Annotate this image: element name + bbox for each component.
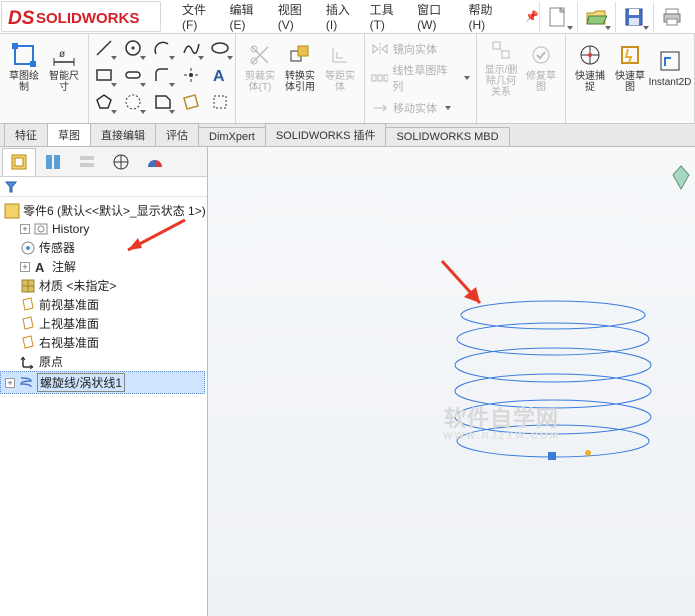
fm-tab-bar [0,147,207,177]
expand-icon[interactable]: + [20,224,30,234]
app-logo[interactable]: DS SOLIDWORKS [1,1,161,32]
menu-window[interactable]: 窗口(W) [417,1,458,32]
point-tool[interactable] [177,62,205,88]
tab-evaluate[interactable]: 评估 [155,123,199,146]
filter-icon [4,180,18,194]
expand-icon[interactable]: + [20,262,30,272]
menu-file[interactable]: 文件(F) [182,1,220,32]
quick-snap-button[interactable]: 快速捕 捉 [570,36,610,98]
linear-pattern-button[interactable]: 线性草图阵列 [371,62,470,94]
move-entities-button[interactable]: 移动实体 [371,100,470,116]
ribbon: 草图绘 制 ø 智能尺 寸 A [0,34,695,124]
quick-toolbar [539,0,695,33]
tab-dimxpert[interactable]: DimXpert [198,127,266,146]
tree-material[interactable]: 材质 <未指定> [2,276,205,295]
view-triad-icon [671,161,693,191]
fm-tab-config[interactable] [70,148,104,176]
main-area: 零件6 (默认<<默认>_显示状态 1>) + History 传感器 + A … [0,147,695,616]
tree-right-plane[interactable]: 右视基准面 [2,333,205,352]
rapid-sketch-button[interactable]: 快速草 图 [610,36,650,98]
smart-dimension-button[interactable]: ø 智能尺 寸 [44,36,84,98]
rectangle-tool[interactable] [90,62,118,88]
construction-tool[interactable] [206,89,234,115]
line-tool[interactable] [90,35,118,61]
fm-tab-tree[interactable] [2,148,36,176]
svg-text:A: A [213,68,225,85]
repair-sketch-button[interactable]: 修复草 图 [521,36,561,98]
mirror-button[interactable]: 镜向实体 [371,41,470,57]
watermark: 软件自学网 WWW.RJZXW.COM [443,407,560,442]
sketch-button[interactable]: 草图绘 制 [4,36,44,98]
sketch-tools-group: A [89,34,236,123]
tree-top-plane[interactable]: 上视基准面 [2,314,205,333]
fillet-tool[interactable] [148,62,176,88]
tab-mbd[interactable]: SOLIDWORKS MBD [385,127,509,146]
tab-sketch[interactable]: 草图 [47,123,91,146]
spline-tool[interactable] [177,35,205,61]
fm-tab-property[interactable] [36,148,70,176]
instant2d-button[interactable]: Instant2D [650,36,690,98]
menu-help[interactable]: 帮助(H) [468,1,507,32]
expand-icon[interactable]: + [5,378,15,388]
fm-tab-dimxpert[interactable] [104,148,138,176]
ellipse-tool[interactable] [206,35,234,61]
chamfer-tool[interactable] [148,89,176,115]
menu-tools[interactable]: 工具(T) [370,1,408,32]
save-button[interactable] [615,2,651,32]
plane-tool[interactable] [177,89,205,115]
centerline-tool[interactable] [119,89,147,115]
menu-view[interactable]: 视图(V) [278,1,316,32]
annotation-arrow-2 [436,257,496,317]
main-menu: 文件(F) 编辑(E) 视图(V) 插入(I) 工具(T) 窗口(W) 帮助(H… [162,0,539,33]
fm-tab-appearance[interactable] [138,148,172,176]
slot-tool[interactable] [119,62,147,88]
svg-text:A: A [35,260,45,275]
tree-origin[interactable]: 原点 [2,352,205,371]
polygon-tool[interactable] [90,89,118,115]
tree-front-plane[interactable]: 前视基准面 [2,295,205,314]
graphics-viewport[interactable]: 软件自学网 WWW.RJZXW.COM [208,147,695,616]
arc-tool[interactable] [148,35,176,61]
tab-addins[interactable]: SOLIDWORKS 插件 [265,123,387,146]
menu-insert[interactable]: 插入(I) [326,1,360,32]
app-name: SOLIDWORKS [36,10,139,27]
feature-manager-panel: 零件6 (默认<<默认>_显示状态 1>) + History 传感器 + A … [0,147,208,616]
convert-entities-button[interactable]: 转换实 体引用 [280,36,320,98]
menu-edit[interactable]: 编辑(E) [230,1,268,32]
svg-text:DS: DS [8,8,35,29]
tab-features[interactable]: 特征 [4,123,48,146]
pin-icon[interactable]: 📌 [525,10,539,23]
offset-button[interactable]: 等距实 体 [320,36,360,98]
text-tool[interactable]: A [206,62,234,88]
tree-annotations[interactable]: + A 注解 [2,257,205,276]
tab-direct-edit[interactable]: 直接编辑 [90,123,156,146]
trim-button[interactable]: 剪裁实 体(T) [240,36,280,98]
print-button[interactable] [653,2,689,32]
helix-graphic [448,297,668,477]
title-bar: DS SOLIDWORKS 文件(F) 编辑(E) 视图(V) 插入(I) 工具… [0,0,695,34]
filter-row[interactable] [0,177,207,197]
tree-helix[interactable]: + 螺旋线/涡状线1 [0,371,205,394]
annotation-arrow-1 [120,218,190,258]
open-button[interactable] [577,2,613,32]
feature-tabs: 特征 草图 直接编辑 评估 DimXpert SOLIDWORKS 插件 SOL… [0,124,695,147]
new-button[interactable] [539,2,575,32]
circle-tool[interactable] [119,35,147,61]
svg-text:ø: ø [59,49,65,60]
relations-button[interactable]: 显示/删 除几何 关系 [481,36,521,98]
